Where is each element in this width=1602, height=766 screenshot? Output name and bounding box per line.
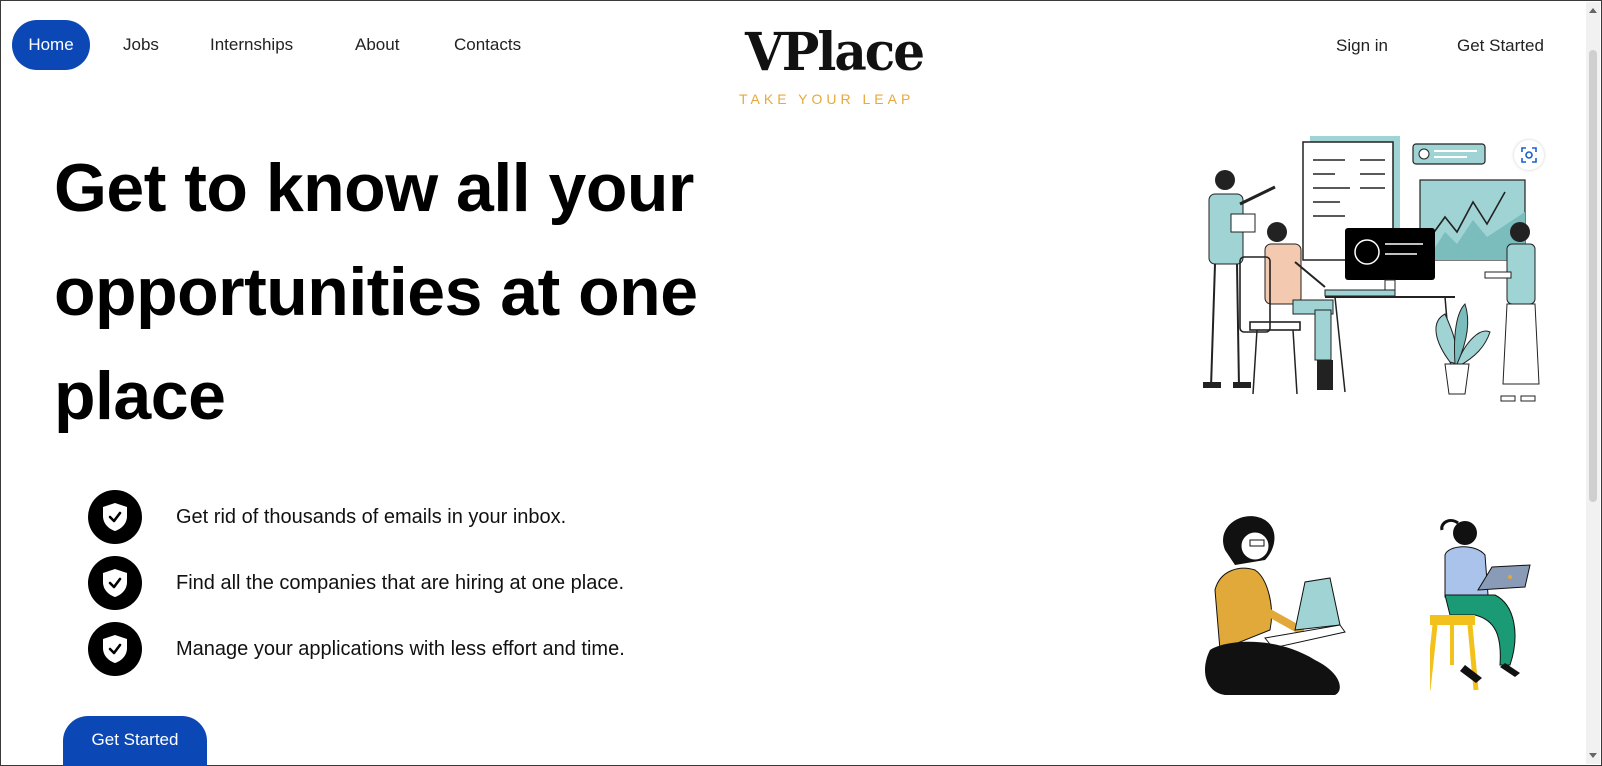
get-started-button[interactable]: Get Started	[63, 716, 207, 766]
hero-line-2: opportunities at one	[54, 254, 698, 330]
feature-item: Find all the companies that are hiring a…	[88, 556, 624, 610]
nav-contacts-link[interactable]: Contacts	[454, 35, 521, 55]
image-search-lens-icon[interactable]	[1514, 140, 1544, 170]
nav-about-link[interactable]: About	[355, 35, 399, 55]
header-get-started-link[interactable]: Get Started	[1457, 36, 1544, 56]
shield-check-icon	[88, 622, 142, 676]
nav-home-link[interactable]: Home	[12, 20, 90, 70]
shield-check-icon	[88, 490, 142, 544]
brand-tagline: TAKE YOUR LEAP	[739, 91, 915, 107]
woman-laptop-floor-illustration	[1205, 516, 1346, 695]
brand-logo[interactable]: VPlace	[745, 21, 925, 83]
scroll-down-arrow-icon[interactable]	[1589, 753, 1597, 758]
feature-item: Manage your applications with less effor…	[88, 622, 625, 676]
vertical-scrollbar[interactable]	[1586, 2, 1600, 764]
hero-heading: Get to know all your opportunities at on…	[54, 136, 854, 448]
team-workstation-illustration	[1203, 136, 1540, 402]
feature-text: Get rid of thousands of emails in your i…	[176, 505, 567, 528]
scroll-thumb[interactable]	[1589, 50, 1597, 502]
nav-internships-link[interactable]: Internships	[210, 35, 293, 55]
hero-line-1: Get to know all your	[54, 150, 694, 226]
scroll-up-arrow-icon[interactable]	[1589, 8, 1597, 13]
sign-in-link[interactable]: Sign in	[1336, 36, 1388, 56]
shield-check-icon	[88, 556, 142, 610]
feature-text: Manage your applications with less effor…	[176, 637, 625, 660]
feature-text: Find all the companies that are hiring a…	[176, 571, 625, 594]
woman-laptop-stool-illustration	[1430, 519, 1531, 691]
hero-line-3: place	[54, 358, 226, 434]
feature-item: Get rid of thousands of emails in your i…	[88, 490, 566, 544]
nav-jobs-link[interactable]: Jobs	[123, 35, 159, 55]
